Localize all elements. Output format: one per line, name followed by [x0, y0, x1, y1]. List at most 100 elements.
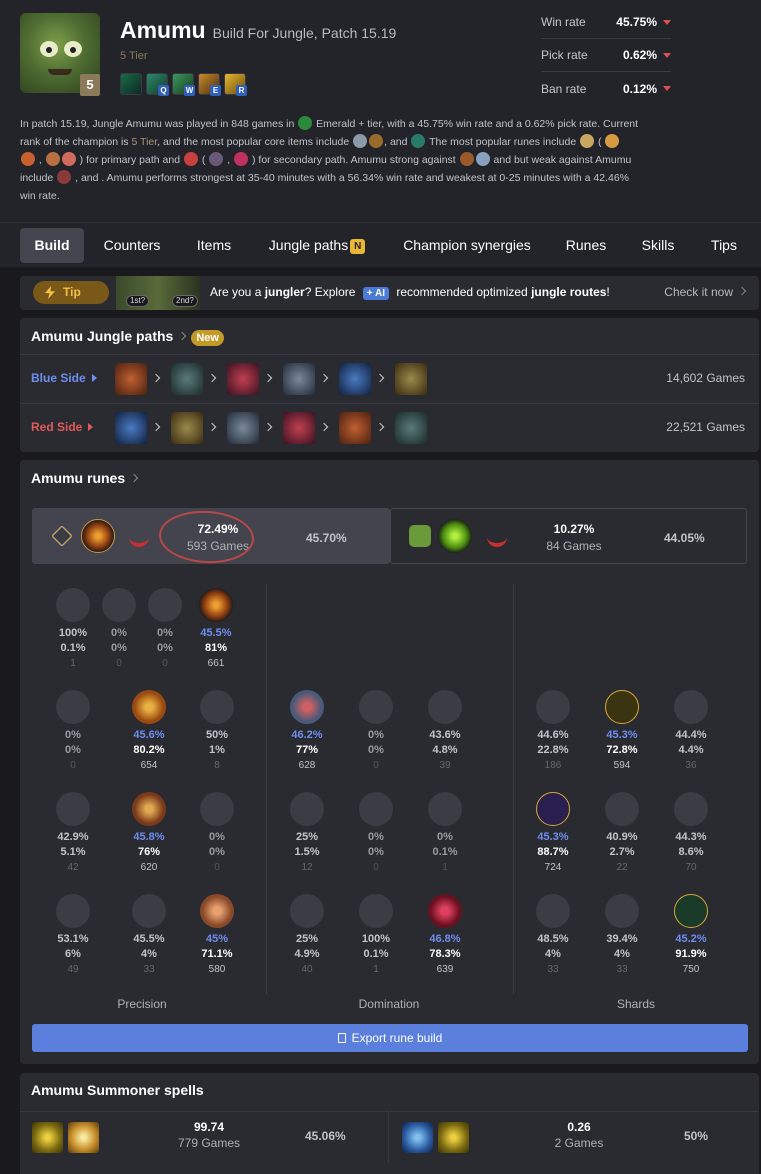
jungle-paths-title[interactable]: Amumu Jungle paths New: [31, 328, 224, 346]
domination-rune-cell[interactable]: 43.6% 4.8% 39: [415, 690, 475, 773]
domination-rune-cell[interactable]: 0% 0% 0: [346, 792, 406, 875]
domination-tree-icon: [129, 527, 149, 547]
stats-table: Win rate 45.75% Pick rate 0.62% Ban rate 0.…: [541, 6, 671, 105]
shards-rune-cell[interactable]: 40.9% 2.7% 22: [592, 792, 652, 875]
precision-rune-icon: [200, 690, 234, 724]
w-skill-icon[interactable]: W: [172, 73, 195, 96]
rune-icon: [21, 152, 35, 166]
rune-games: 33: [616, 964, 628, 975]
rune-win-rate: 25%: [295, 933, 319, 945]
tip-banner[interactable]: Tip 1st? 2nd? Are you a jungler? Explore…: [20, 276, 759, 310]
shards-rune-icon: [536, 690, 570, 724]
check-it-now-link[interactable]: Check it now: [664, 285, 747, 299]
champion-description: In patch 15.19, Jungle Amumu was played …: [20, 116, 639, 202]
tab-skills[interactable]: Skills: [634, 228, 682, 263]
shards-rune-icon: [536, 894, 570, 928]
tab-tips[interactable]: Tips: [704, 228, 744, 263]
rune-icon: [209, 152, 224, 166]
item-icon: [411, 134, 426, 148]
bolt-icon: [45, 286, 55, 299]
precision-rune-cell[interactable]: 45.6% 80.2% 654: [119, 690, 179, 773]
shards-rune-cell[interactable]: 44.4% 4.4% 36: [661, 690, 721, 773]
rune-pick-rate: 76%: [137, 846, 161, 858]
rune-pick-rate: 91.9%: [675, 948, 707, 960]
rune-page-option-2[interactable]: 10.27% 84 Games 44.05%: [390, 508, 747, 564]
rune-pick-rate: 4%: [614, 948, 630, 960]
q-skill-icon[interactable]: Q: [146, 73, 169, 96]
tab-jungle-paths[interactable]: Jungle paths N: [262, 228, 372, 263]
shards-rune-cell[interactable]: 45.3% 72.8% 594: [592, 690, 652, 773]
precision-rune-icon: [56, 588, 90, 622]
red-buff-camp-icon: [339, 412, 371, 444]
raptor-camp-icon: [227, 363, 259, 395]
shards-rune-cell[interactable]: 45.2% 91.9% 750: [661, 894, 721, 977]
export-rune-build-button[interactable]: Export rune build: [32, 1024, 748, 1052]
spell-option-1[interactable]: 99.74 779 Games 45.06%: [20, 1111, 389, 1163]
e-skill-icon[interactable]: E: [198, 73, 221, 96]
precision-rune-cell[interactable]: 0% 0% 0: [43, 690, 103, 773]
passive-skill-icon[interactable]: [120, 73, 142, 95]
rune-win-rate: 25%: [295, 831, 319, 843]
rune-pick-rate: 0.1%: [363, 948, 389, 960]
precision-rune-cell[interactable]: 45.8% 76% 620: [119, 792, 179, 875]
domination-rune-cell[interactable]: 0% 0.1% 1: [415, 792, 475, 875]
precision-rune-cell[interactable]: 0% 0% 0: [187, 792, 247, 875]
r-skill-icon[interactable]: R: [224, 73, 247, 96]
rune-win-rate: 39.4%: [606, 933, 638, 945]
tab-items[interactable]: Items: [186, 228, 242, 263]
precision-rune-cell[interactable]: 50% 1% 8: [187, 690, 247, 773]
blue-side-path[interactable]: Blue Side 14,602 Games: [20, 354, 759, 402]
domination-rune-icon: [359, 792, 393, 826]
precision-rune-cell[interactable]: 45.5% 81% 661: [186, 588, 246, 671]
shards-rune-cell[interactable]: 44.6% 22.8% 186: [523, 690, 583, 773]
champion-name: Amumu: [120, 17, 206, 43]
domination-rune-cell[interactable]: 46.8% 78.3% 639: [415, 894, 475, 977]
rune-games: 49: [67, 964, 79, 975]
shards-rune-icon: [605, 894, 639, 928]
precision-rune-cell[interactable]: 53.1% 6% 49: [43, 894, 103, 977]
rune-win-rate: 0%: [368, 729, 384, 741]
precision-rune-icon: [132, 690, 166, 724]
domination-rune-cell[interactable]: 25% 1.5% 12: [277, 792, 337, 875]
precision-rune-cell[interactable]: 45.5% 4% 33: [119, 894, 179, 977]
runes-title[interactable]: Amumu runes: [31, 470, 139, 486]
rune-games: 0: [373, 862, 379, 873]
precision-rune-icon: [200, 792, 234, 826]
raptor-camp-icon: [283, 412, 315, 444]
krugs-camp-icon: [171, 412, 203, 444]
domination-rune-cell[interactable]: 100% 0.1% 1: [346, 894, 406, 977]
spell-option-2[interactable]: 0.26 2 Games 50%: [390, 1111, 759, 1163]
rune-win-rate: 0%: [368, 831, 384, 843]
pick-rate-row: Pick rate 0.62%: [541, 39, 671, 72]
domination-rune-cell[interactable]: 46.2% 77% 628: [277, 690, 337, 773]
domination-rune-cell[interactable]: 25% 4.9% 40: [277, 894, 337, 977]
nav-tabs: Build Counters Items Jungle paths N Champ…: [0, 222, 761, 267]
shards-rune-icon: [674, 894, 708, 928]
blue-buff-camp-icon: [115, 412, 147, 444]
rune-games: 40: [301, 964, 313, 975]
tip-illustration: 1st? 2nd?: [116, 276, 200, 310]
wolves-camp-icon: [227, 412, 259, 444]
win-rate-row: Win rate 45.75%: [541, 6, 671, 39]
tab-runes[interactable]: Runes: [560, 228, 612, 263]
shards-rune-cell[interactable]: 45.3% 88.7% 724: [523, 792, 583, 875]
rune-pick-rate: 71.1%: [201, 948, 233, 960]
tab-counters[interactable]: Counters: [96, 228, 168, 263]
red-side-path[interactable]: Red Side 22,521 Games: [20, 403, 759, 451]
shards-rune-cell[interactable]: 39.4% 4% 33: [592, 894, 652, 977]
rune-win-rate: 45.3%: [537, 831, 569, 843]
shards-rune-cell[interactable]: 44.3% 8.6% 70: [661, 792, 721, 875]
rune-win-rate: 45.5%: [200, 627, 232, 639]
tab-champion-synergies[interactable]: Champion synergies: [396, 228, 538, 263]
domination-rune-cell[interactable]: 0% 0% 0: [346, 690, 406, 773]
precision-rune-cell[interactable]: 45% 71.1% 580: [187, 894, 247, 977]
rune-pick-rate: 1%: [209, 744, 225, 756]
domination-rune-icon: [428, 894, 462, 928]
domination-rune-icon: [359, 894, 393, 928]
rune-win-rate: 53.1%: [57, 933, 89, 945]
summoner-spells-title: Amumu Summoner spells: [31, 1082, 204, 1098]
precision-rune-cell[interactable]: 42.9% 5.1% 42: [43, 792, 103, 875]
down-caret-icon: [663, 52, 671, 58]
tab-build[interactable]: Build: [20, 228, 84, 263]
shards-rune-cell[interactable]: 48.5% 4% 33: [523, 894, 583, 977]
